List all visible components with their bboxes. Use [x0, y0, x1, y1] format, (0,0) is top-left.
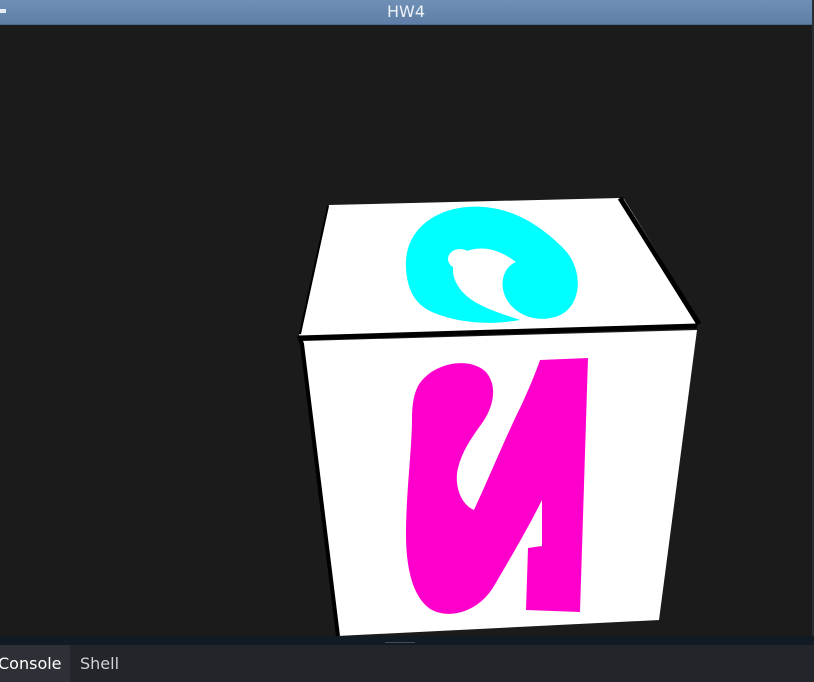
- tab-shell[interactable]: Shell: [80, 645, 130, 682]
- window-title: HW4: [386, 2, 426, 21]
- render-canvas[interactable]: [0, 25, 812, 636]
- app-window: HW4 Console Shell: [0, 0, 814, 682]
- panel-splitter[interactable]: [0, 636, 814, 645]
- splitter-grip[interactable]: [385, 642, 415, 643]
- tab-console[interactable]: Console: [0, 645, 70, 682]
- cube-scene: [297, 196, 702, 636]
- title-bar[interactable]: HW4: [0, 0, 812, 25]
- bottom-tab-bar: Console Shell: [0, 645, 814, 682]
